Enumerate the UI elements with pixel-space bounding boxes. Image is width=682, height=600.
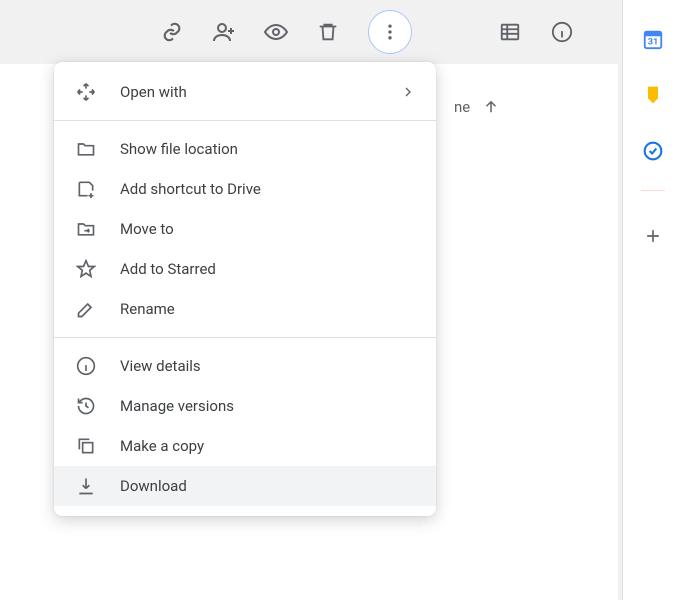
info-icon xyxy=(74,354,98,378)
menu-item-label: Add shortcut to Drive xyxy=(120,180,416,198)
menu-item-label: Manage versions xyxy=(120,397,416,415)
history-icon xyxy=(74,394,98,418)
menu-item-history[interactable]: Manage versions xyxy=(54,386,436,426)
tasks-icon[interactable] xyxy=(642,140,664,162)
menu-item-open-with[interactable]: Open with xyxy=(54,72,436,112)
menu-item-shortcut-add[interactable]: Add shortcut to Drive xyxy=(54,169,436,209)
copy-icon xyxy=(74,434,98,458)
info-icon[interactable] xyxy=(550,20,574,44)
menu-item-label: View details xyxy=(120,357,416,375)
download-icon xyxy=(74,474,98,498)
menu-separator xyxy=(54,337,436,338)
menu-item-label: Move to xyxy=(120,220,416,238)
menu-item-folder[interactable]: Show file location xyxy=(54,129,436,169)
list-view-icon[interactable] xyxy=(498,20,522,44)
add-icon[interactable] xyxy=(642,225,664,247)
preview-icon[interactable] xyxy=(264,20,288,44)
context-menu: Open with Show file location Add shortcut … xyxy=(54,62,436,516)
side-panel: 31 xyxy=(622,0,682,600)
menu-separator xyxy=(54,120,436,121)
rename-icon xyxy=(74,297,98,321)
menu-item-label: Add to Starred xyxy=(120,260,416,278)
menu-item-download[interactable]: Download xyxy=(54,466,436,506)
menu-item-label: Download xyxy=(120,477,416,495)
calendar-icon[interactable]: 31 xyxy=(642,28,664,50)
move-icon xyxy=(74,217,98,241)
menu-item-info[interactable]: View details xyxy=(54,346,436,386)
link-icon[interactable] xyxy=(160,20,184,44)
menu-item-label: Show file location xyxy=(120,140,416,158)
person-add-icon[interactable] xyxy=(212,20,236,44)
toolbar xyxy=(0,0,682,64)
trash-icon[interactable] xyxy=(316,20,340,44)
side-panel-separator xyxy=(641,190,665,191)
shortcut-add-icon xyxy=(74,177,98,201)
menu-item-rename[interactable]: Rename xyxy=(54,289,436,329)
star-icon xyxy=(74,257,98,281)
chevron-right-icon xyxy=(400,84,416,100)
menu-item-label: Make a copy xyxy=(120,437,416,455)
folder-icon xyxy=(74,137,98,161)
menu-item-star[interactable]: Add to Starred xyxy=(54,249,436,289)
menu-item-label: Open with xyxy=(120,83,400,101)
menu-item-copy[interactable]: Make a copy xyxy=(54,426,436,466)
menu-item-move[interactable]: Move to xyxy=(54,209,436,249)
menu-item-label: Rename xyxy=(120,300,416,318)
open-with-icon xyxy=(74,80,98,104)
keep-icon[interactable] xyxy=(642,84,664,106)
arrow-up-icon[interactable] xyxy=(482,98,500,116)
column-header-partial: ne xyxy=(454,98,500,116)
more-actions-button[interactable] xyxy=(368,10,412,54)
svg-text:31: 31 xyxy=(647,38,658,48)
partial-text: ne xyxy=(454,98,470,116)
